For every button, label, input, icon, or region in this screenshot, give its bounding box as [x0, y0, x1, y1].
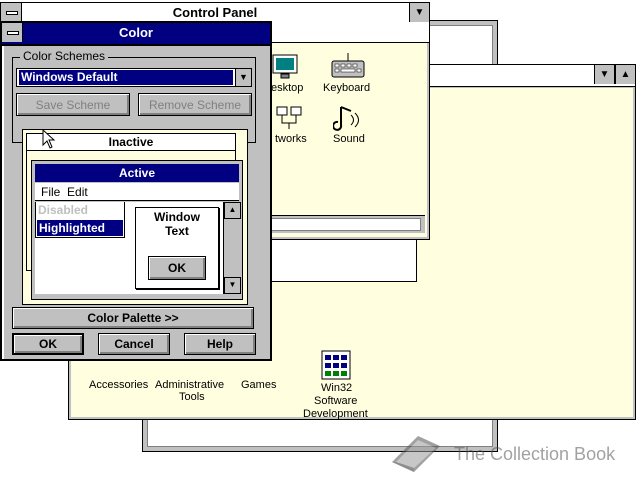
menu-edit: Edit	[67, 185, 88, 199]
ok-button[interactable]: OK	[12, 333, 84, 355]
preview-vscrollbar[interactable]: ▲ ▼	[223, 202, 241, 294]
icon-label-games[interactable]: Games	[241, 379, 276, 391]
desktop-icon[interactable]	[271, 51, 301, 81]
icon-label-administrative[interactable]: Administrative	[155, 379, 224, 391]
color-scheme-value: Windows Default	[19, 70, 233, 85]
color-dialog-titlebar[interactable]: Color	[2, 23, 270, 46]
icon-label-networks[interactable]: tworks	[275, 133, 307, 145]
control-panel-title: Control Panel	[172, 5, 258, 20]
color-palette-button[interactable]: Color Palette >>	[12, 307, 254, 329]
inactive-title: Inactive	[108, 135, 154, 149]
mouse-pointer-icon	[42, 128, 56, 149]
icon-label-win32-line3[interactable]: Development	[303, 408, 368, 420]
icon-label-keyboard[interactable]: Keyboard	[323, 82, 370, 94]
watermark: The Collection Book	[386, 430, 636, 476]
network-icon[interactable]	[275, 103, 305, 133]
color-dialog-title: Color	[119, 25, 153, 40]
color-schemes-label: Color Schemes	[20, 49, 109, 63]
system-menu-icon[interactable]	[1, 3, 22, 22]
icon-label-win32-line2[interactable]: Software	[314, 395, 357, 407]
win32-sdk-icon[interactable]	[321, 350, 351, 380]
inactive-window-sample[interactable]: Inactive	[26, 133, 236, 151]
preview-ok-button[interactable]: OK	[148, 256, 206, 280]
disabled-item: Disabled	[38, 203, 89, 217]
scroll-up-arrow-icon[interactable]: ▲	[224, 202, 241, 219]
watermark-text: The Collection Book	[454, 444, 616, 464]
icon-label-tools[interactable]: Tools	[179, 391, 205, 403]
window-text-box: Window Text OK	[135, 207, 219, 289]
menu-file: File	[41, 185, 61, 199]
keyboard-icon[interactable]	[331, 51, 365, 81]
dropdown-arrow-icon[interactable]: ▼	[235, 69, 251, 86]
icon-label-desktop[interactable]: esktop	[271, 82, 303, 94]
icon-label-accessories[interactable]: Accessories	[89, 379, 148, 391]
active-sample-client: Disabled Highlighted Window Text OK ▲ ▼	[35, 202, 241, 294]
maximize-arrow-icon[interactable]: ▲	[615, 65, 635, 84]
help-button[interactable]: Help	[184, 333, 256, 355]
save-scheme-button[interactable]: Save Scheme	[16, 93, 130, 116]
system-menu-icon[interactable]	[2, 23, 23, 42]
sound-icon[interactable]	[332, 103, 363, 133]
color-dialog[interactable]: Color Color Schemes Windows Default ▼ Sa…	[0, 21, 272, 361]
minimize-arrow-icon[interactable]: ▼	[409, 3, 429, 22]
active-sample-titlebar: Active	[35, 164, 239, 182]
active-sample-menubar: File Edit	[35, 183, 239, 201]
scroll-down-arrow-icon[interactable]: ▼	[224, 277, 241, 294]
window-text-line1: Window	[154, 210, 200, 224]
icon-label-sound[interactable]: Sound	[333, 133, 365, 145]
control-panel-hscrollbar[interactable]	[269, 215, 425, 233]
icon-label-win32-line1[interactable]: Win32	[321, 382, 352, 394]
color-scheme-dropdown[interactable]: Windows Default ▼	[16, 68, 252, 87]
remove-scheme-button[interactable]: Remove Scheme	[138, 93, 252, 116]
scroll-down-arrow-icon[interactable]: ▼	[594, 65, 615, 84]
active-title: Active	[118, 166, 156, 180]
active-window-sample[interactable]: Active File Edit Disabled Highlighted Wi…	[31, 160, 243, 300]
cancel-button[interactable]: Cancel	[98, 333, 170, 355]
color-preview-area[interactable]: Inactive Active File Edit Disabled Highl…	[22, 129, 248, 305]
highlighted-item: Highlighted	[37, 220, 123, 236]
window-text-line2: Text	[165, 224, 189, 238]
menu-dropdown-sample: Disabled Highlighted	[35, 202, 125, 238]
book-logo-icon	[392, 436, 440, 472]
